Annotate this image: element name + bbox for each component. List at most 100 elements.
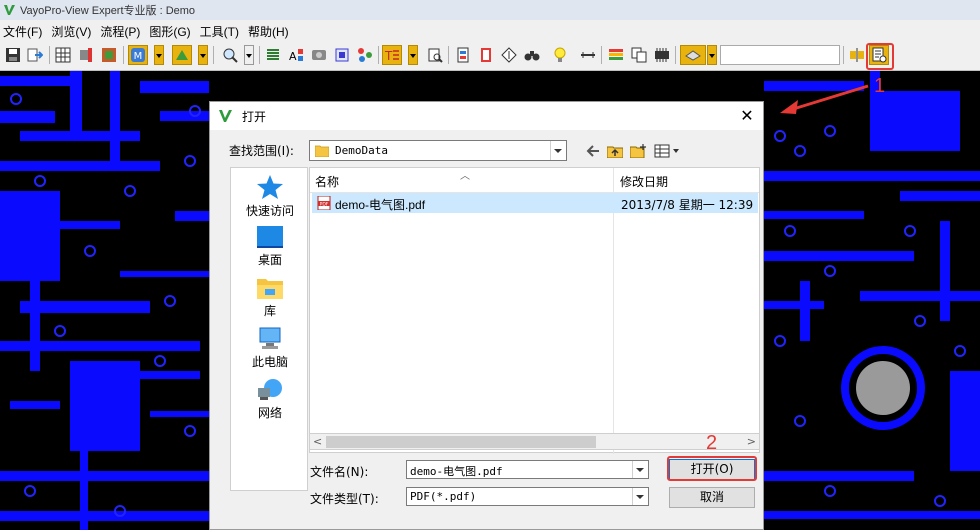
- format-dropdown[interactable]: [408, 45, 418, 65]
- ruler-button[interactable]: [578, 45, 598, 65]
- chip-button[interactable]: [332, 45, 352, 65]
- place-network[interactable]: 网络: [231, 378, 309, 421]
- highlight-button[interactable]: [172, 45, 192, 65]
- toolbar-separator: [123, 46, 124, 64]
- back-button[interactable]: [583, 142, 603, 160]
- window-title: VayoPro-View Expert专业版 : Demo: [20, 5, 196, 17]
- inspect-button[interactable]: [425, 45, 445, 65]
- chevron-down-icon: [550, 141, 566, 160]
- bom-button[interactable]: [453, 45, 473, 65]
- place-desktop[interactable]: 桌面: [231, 225, 309, 268]
- menu-graphics[interactable]: 图形(G): [146, 23, 196, 40]
- highlight-icon: [176, 50, 188, 60]
- chevron-down-icon[interactable]: [632, 461, 648, 478]
- open-button-highlight: [667, 456, 757, 481]
- app-logo-icon: [4, 5, 15, 15]
- svg-text:A: A: [289, 50, 297, 63]
- place-this-pc[interactable]: 此电脑: [231, 327, 309, 370]
- place-label: 库: [263, 304, 276, 318]
- file-name: demo-电气图.pdf: [335, 198, 426, 212]
- places-bar: 快速访问 桌面 库 此电脑 网络: [230, 167, 308, 491]
- annotation-step-1: 1: [874, 75, 886, 97]
- text-style-button[interactable]: A: [286, 45, 306, 65]
- diamond-button[interactable]: [499, 45, 519, 65]
- list-button[interactable]: [263, 45, 283, 65]
- file-name-input[interactable]: demo-电气图.pdf: [406, 460, 649, 479]
- measure-button[interactable]: M: [128, 45, 148, 65]
- column-name-header[interactable]: 名称: [315, 173, 339, 190]
- file-list-header: 名称 ︿ 修改日期: [310, 168, 759, 193]
- zoom-icon: [223, 48, 238, 63]
- board-icon: [685, 50, 701, 61]
- place-label: 此电脑: [251, 355, 288, 369]
- component-button[interactable]: [99, 45, 119, 65]
- zoom-dropdown[interactable]: [244, 45, 254, 65]
- export-button[interactable]: [25, 45, 45, 65]
- align-button[interactable]: [847, 45, 867, 65]
- chevron-down-icon[interactable]: [632, 488, 648, 505]
- network-icon: [258, 379, 282, 400]
- nets-button[interactable]: [355, 45, 375, 65]
- file-list[interactable]: 名称 ︿ 修改日期 PDF demo-电气图.pdf 2013/7/8 星期一 …: [309, 167, 760, 454]
- highlight-dropdown[interactable]: [198, 45, 208, 65]
- file-name-label: 文件名(N):: [310, 465, 369, 479]
- view-menu-button[interactable]: [653, 142, 683, 160]
- report-button[interactable]: [476, 45, 496, 65]
- close-icon[interactable]: ✕: [737, 106, 757, 126]
- scroll-left-icon[interactable]: <: [313, 435, 322, 448]
- tip-button[interactable]: [550, 45, 570, 65]
- board-button[interactable]: [680, 45, 706, 65]
- new-folder-button[interactable]: [628, 142, 648, 160]
- menu-process[interactable]: 流程(P): [97, 23, 146, 40]
- board-dropdown[interactable]: [707, 45, 717, 65]
- copy-button[interactable]: [629, 45, 649, 65]
- dialog-titlebar: 打开 ✕: [210, 102, 763, 130]
- grid-button[interactable]: [53, 45, 73, 65]
- file-type-select[interactable]: PDF(*.pdf): [406, 487, 649, 506]
- toolbar-separator: [259, 46, 260, 64]
- menu-help[interactable]: 帮助(H): [245, 23, 295, 40]
- file-row[interactable]: PDF demo-电气图.pdf 2013/7/8 星期一 12:39: [312, 193, 758, 213]
- file-name-value: demo-电气图.pdf: [410, 465, 503, 478]
- copy-icon: [631, 47, 647, 63]
- column-modified-header[interactable]: 修改日期: [620, 173, 668, 190]
- align-icon: [850, 48, 864, 62]
- diamond-icon: [501, 47, 517, 63]
- measure-dropdown[interactable]: [154, 45, 164, 65]
- folder-up-icon: [607, 146, 623, 158]
- menu-tools[interactable]: 工具(T): [197, 23, 245, 40]
- scroll-right-icon[interactable]: >: [747, 435, 756, 448]
- save-button[interactable]: [3, 45, 23, 65]
- up-folder-button[interactable]: [605, 142, 625, 160]
- menu-view[interactable]: 浏览(V): [48, 23, 97, 40]
- file-type-label: 文件类型(T):: [310, 492, 379, 506]
- view-menu-icon: [654, 144, 679, 158]
- format-button[interactable]: T: [382, 45, 402, 65]
- new-folder-icon: [630, 144, 646, 158]
- place-quick-access[interactable]: 快速访问: [231, 174, 309, 219]
- menu-file[interactable]: 文件(F): [0, 23, 48, 40]
- find-button[interactable]: [522, 45, 542, 65]
- place-library[interactable]: 库: [231, 276, 309, 319]
- horizontal-scrollbar[interactable]: < >: [309, 433, 760, 450]
- save-icon: [6, 48, 20, 62]
- report-icon: [481, 48, 491, 62]
- scrollbar-thumb[interactable]: [326, 436, 596, 448]
- toolbar-separator: [675, 46, 676, 64]
- toolbar-input[interactable]: [720, 45, 840, 65]
- colors-button[interactable]: [606, 45, 626, 65]
- svg-text:M: M: [134, 51, 143, 62]
- layer-button[interactable]: [76, 45, 96, 65]
- open-pdf-highlight: [866, 43, 894, 70]
- lightbulb-icon: [554, 47, 566, 62]
- connector-button[interactable]: [652, 45, 672, 65]
- look-in-value: DemoData: [335, 144, 388, 157]
- pdf-icon: PDF: [317, 196, 331, 210]
- zoom-button[interactable]: [220, 45, 240, 65]
- svg-text:T: T: [384, 49, 393, 63]
- bom-icon: [457, 47, 469, 63]
- cancel-button[interactable]: 取消: [669, 487, 755, 508]
- look-in-select[interactable]: DemoData: [309, 140, 567, 161]
- dialog-title: 打开: [242, 109, 267, 124]
- image-button[interactable]: [309, 45, 329, 65]
